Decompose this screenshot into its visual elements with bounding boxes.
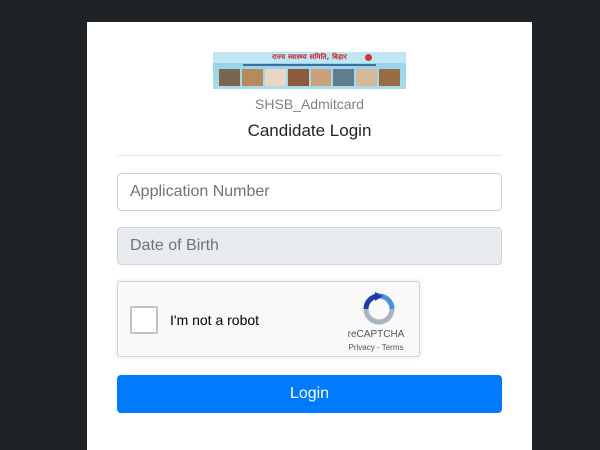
header-divider [117, 155, 502, 156]
logo-title-text: राज्य स्वास्थ्य समिति, बिहार [272, 53, 347, 61]
shsb-logo-banner: राज्य स्वास्थ्य समिति, बिहार [213, 52, 406, 89]
page-title: Candidate Login [247, 121, 372, 140]
recaptcha-widget: I'm not a robot reCAPTCHA Privacy - Term… [117, 281, 420, 357]
logo-title-strip: राज्य स्वास्थ्य समिति, बिहार [213, 52, 406, 63]
site-name: SHSB_Admitcard [255, 96, 364, 112]
login-card: राज्य स्वास्थ्य समिति, बिहार SHSB_Admitc… [87, 22, 532, 450]
recaptcha-logo-icon [363, 292, 395, 325]
recaptcha-brand: reCAPTCHA [347, 329, 405, 340]
application-number-input[interactable] [117, 173, 502, 211]
logo-tagline [243, 64, 376, 66]
login-button[interactable]: Login [117, 375, 502, 413]
recaptcha-checkbox[interactable] [130, 306, 158, 334]
date-of-birth-input[interactable] [117, 227, 502, 265]
logo-photo-strip [219, 69, 400, 86]
recaptcha-label: I'm not a robot [170, 312, 260, 328]
emblem-icon [365, 54, 372, 61]
recaptcha-privacy-terms-link[interactable]: Privacy - Terms [340, 343, 412, 352]
